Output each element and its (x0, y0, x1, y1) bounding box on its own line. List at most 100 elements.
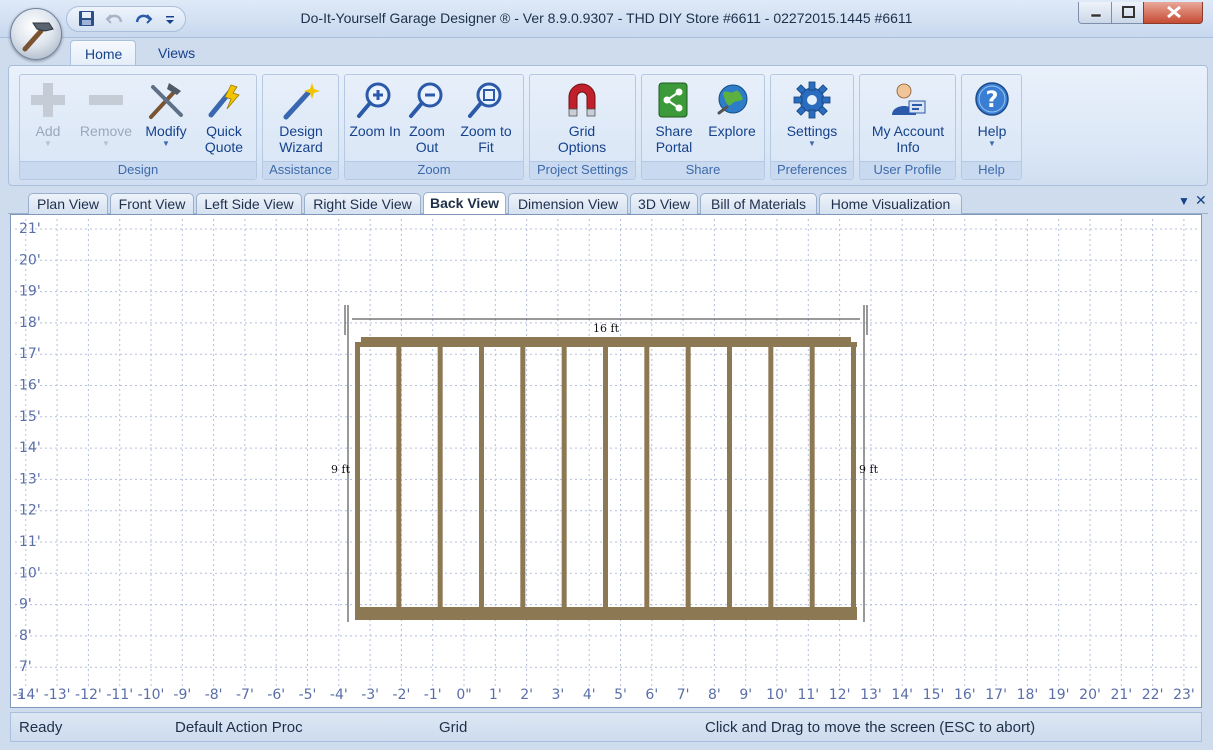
plus-icon (31, 83, 65, 117)
stud (685, 342, 691, 608)
application-menu-button[interactable] (10, 8, 62, 60)
group-label-design: Design (20, 161, 256, 179)
y-tick-label: 7' (19, 659, 32, 675)
tab-home-visualization[interactable]: Home Visualization (819, 193, 962, 214)
x-tick-label: 13' (860, 687, 882, 703)
hammer-icon (22, 22, 54, 52)
y-axis-ticks: 21' 20' 19' 18' 17' 16' 15' 14' 13' 12' 11' 10' 9' 8'… (19, 221, 41, 675)
stud (644, 342, 650, 608)
tab-home[interactable]: Home (70, 40, 136, 66)
group-preferences: Settings ▼ Preferences (770, 74, 854, 180)
x-tick-label: 7' (677, 687, 690, 703)
group-help: ? Help ▼ Help (961, 74, 1022, 180)
x-tick-label: 2' (520, 687, 533, 703)
y-tick-label: 17' (19, 346, 41, 362)
x-tick-label: -9' (173, 687, 191, 703)
close-icon[interactable]: ✕ (1195, 192, 1207, 209)
tab-list-dropdown-icon[interactable]: ▼ (1178, 194, 1190, 208)
y-tick-label: 9' (19, 597, 32, 613)
chevron-down-icon: ▼ (102, 139, 110, 148)
grid-options-button[interactable]: Grid Options (552, 79, 612, 159)
tab-bill-of-materials[interactable]: Bill of Materials (700, 193, 817, 214)
quote-wand-icon (208, 84, 240, 118)
tab-left-side-view[interactable]: Left Side View (196, 193, 302, 214)
modify-label: Modify (145, 123, 187, 139)
x-tick-label: 8' (708, 687, 721, 703)
drawing-canvas[interactable]: 21' 20' 19' 18' 17' 16' 15' 14' 13' 12' 11' 10' 9' 8'… (10, 214, 1202, 708)
x-tick-label: 6' (645, 687, 658, 703)
x-tick-label: 9' (739, 687, 752, 703)
group-label-user-profile: User Profile (860, 161, 955, 179)
bottom-plate (355, 607, 857, 620)
tab-3d-view[interactable]: 3D View (630, 193, 698, 214)
back-view-drawing[interactable]: 21' 20' 19' 18' 17' 16' 15' 14' 13' 12' 11' 10' 9' 8'… (11, 215, 1201, 707)
magic-wand-icon (283, 83, 320, 120)
stud (809, 342, 815, 608)
stud (479, 342, 484, 608)
x-tick-label: -11' (106, 687, 133, 703)
status-ready: Ready (19, 719, 63, 736)
y-tick-label: 16' (19, 378, 41, 394)
explore-label: Explore (708, 123, 756, 139)
height-dimension-label-right: 9 ft (859, 463, 879, 476)
settings-label: Settings (786, 123, 838, 139)
remove-button[interactable]: Remove ▼ (76, 79, 136, 159)
status-action: Default Action Proc (175, 719, 303, 736)
share-portal-label: Share Portal (655, 123, 693, 155)
x-tick-label: 21' (1110, 687, 1132, 703)
title-bar: Do-It-Yourself Garage Designer ® - Ver 8… (0, 0, 1213, 38)
zoom-in-button[interactable]: Zoom In (345, 79, 405, 159)
y-tick-label: 14' (19, 440, 41, 456)
design-wizard-label: Design Wizard (279, 123, 323, 155)
window-title: Do-It-Yourself Garage Designer ® - Ver 8… (300, 10, 913, 26)
tab-views[interactable]: Views (144, 40, 209, 66)
tab-plan-view[interactable]: Plan View (28, 193, 108, 214)
x-tick-label: -1' (424, 687, 442, 703)
chevron-down-icon: ▼ (44, 139, 52, 148)
explore-button[interactable]: Explore (702, 79, 762, 159)
quick-quote-button[interactable]: Quick Quote (194, 79, 254, 159)
minus-icon (89, 95, 123, 105)
group-project-settings: Grid Options Project Settings (529, 74, 636, 180)
share-portal-button[interactable]: Share Portal (644, 79, 704, 159)
height-dimension-label-left: 9 ft (331, 463, 351, 476)
my-account-info-button[interactable]: My Account Info (861, 79, 955, 159)
x-tick-label: -5' (299, 687, 317, 703)
tools-icon (149, 83, 183, 119)
x-tick-label: 5' (614, 687, 627, 703)
modify-button[interactable]: Modify ▼ (136, 79, 196, 159)
add-button[interactable]: Add ▼ (18, 79, 78, 159)
zoom-to-fit-button[interactable]: Zoom to Fit (453, 79, 519, 159)
stud (561, 342, 567, 608)
design-wizard-button[interactable]: Design Wizard (271, 79, 331, 159)
y-tick-label: 11' (19, 534, 41, 550)
tab-front-view[interactable]: Front View (110, 193, 194, 214)
minimize-button[interactable] (1078, 2, 1112, 24)
y-tick-label: 12' (19, 503, 41, 519)
gear-icon (793, 81, 831, 119)
help-icon: ? (975, 82, 1009, 116)
close-button[interactable] (1143, 2, 1203, 24)
tab-right-side-view[interactable]: Right Side View (304, 193, 421, 214)
tab-back-view[interactable]: Back View (423, 192, 506, 214)
help-button[interactable]: ? Help ▼ (962, 79, 1022, 159)
ribbon-tab-strip: Home Views (0, 38, 1213, 66)
x-tick-label: -4' (330, 687, 348, 703)
y-tick-label: 18' (19, 315, 41, 331)
width-dimension-label: 16 ft (593, 322, 620, 335)
corner-marker: 3 (17, 692, 23, 702)
y-tick-label: 8' (19, 628, 32, 644)
x-tick-label: 17' (985, 687, 1007, 703)
x-tick-label: 4' (583, 687, 596, 703)
zoom-out-icon (409, 82, 443, 118)
tab-dimension-view[interactable]: Dimension View (508, 193, 628, 214)
x-tick-label: 3' (552, 687, 565, 703)
group-label-help: Help (962, 161, 1021, 179)
zoom-out-button[interactable]: Zoom Out (397, 79, 457, 159)
maximize-button[interactable] (1111, 2, 1144, 24)
ribbon: Add ▼ Remove ▼ Modify ▼ Quick Quote Desi… (8, 65, 1208, 186)
settings-button[interactable]: Settings ▼ (782, 79, 842, 159)
add-label: Add (35, 123, 61, 139)
wall-frame[interactable] (355, 337, 857, 620)
y-tick-label: 19' (19, 284, 41, 300)
